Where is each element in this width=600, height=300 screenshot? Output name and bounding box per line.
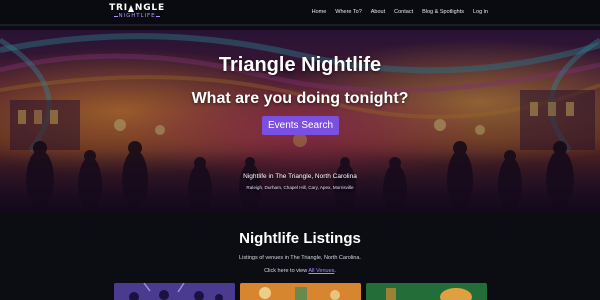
site-logo[interactable]: TRI NGLE NIGHTLIFE — [109, 2, 164, 22]
venue-cards — [0, 283, 600, 300]
main-nav: Home Where To? About Contact Blog & Spot… — [312, 0, 488, 24]
listings-cta: Click here to view All Venues. — [0, 268, 600, 274]
logo-divider-right — [156, 16, 161, 17]
logo-divider-left — [113, 16, 118, 17]
nav-where-to[interactable]: Where To? — [335, 9, 362, 15]
nav-login[interactable]: Log in — [473, 9, 488, 15]
nav-home[interactable]: Home — [312, 9, 327, 15]
hero-section: Triangle Nightlife What are you doing to… — [0, 30, 600, 211]
nav-contact[interactable]: Contact — [394, 9, 413, 15]
all-venues-link[interactable]: All Venues — [308, 268, 334, 274]
nav-blog[interactable]: Blog & Spotlights — [422, 9, 464, 15]
triangle-icon — [128, 5, 135, 12]
hero-title: Triangle Nightlife — [218, 54, 382, 76]
hero-subtitle: What are you doing tonight? — [191, 90, 409, 107]
listings-cta-suffix: . — [334, 268, 336, 274]
header-divider — [0, 24, 600, 26]
hero-location: Nightlife in The Triangle, North Carolin… — [243, 173, 357, 180]
listings-cta-prefix: Click here to view — [264, 268, 309, 274]
venue-card-image — [114, 283, 235, 300]
venue-card-image — [366, 283, 487, 300]
venue-card[interactable] — [114, 283, 235, 300]
nav-about[interactable]: About — [371, 9, 385, 15]
venue-card-image — [240, 283, 361, 300]
logo-text-b: NGLE — [134, 3, 165, 13]
site-header: TRI NGLE NIGHTLIFE Home Where To? About C… — [0, 0, 600, 24]
venue-card[interactable] — [240, 283, 361, 300]
listings-description: Listings of venues in The Triangle, Nort… — [239, 255, 361, 261]
hero-cities: Raleigh, Durham, Chapel Hill, Cary, Apex… — [246, 185, 354, 190]
listings-title: Nightlife Listings — [239, 230, 361, 247]
venue-card[interactable] — [366, 283, 487, 300]
logo-wordmark: TRI NGLE — [109, 4, 165, 13]
logo-tagline-text: NIGHTLIFE — [118, 13, 156, 19]
logo-tagline: NIGHTLIFE — [113, 13, 162, 20]
events-search-button[interactable]: Events Search — [262, 116, 339, 135]
logo-text-a: TRI — [109, 3, 128, 13]
